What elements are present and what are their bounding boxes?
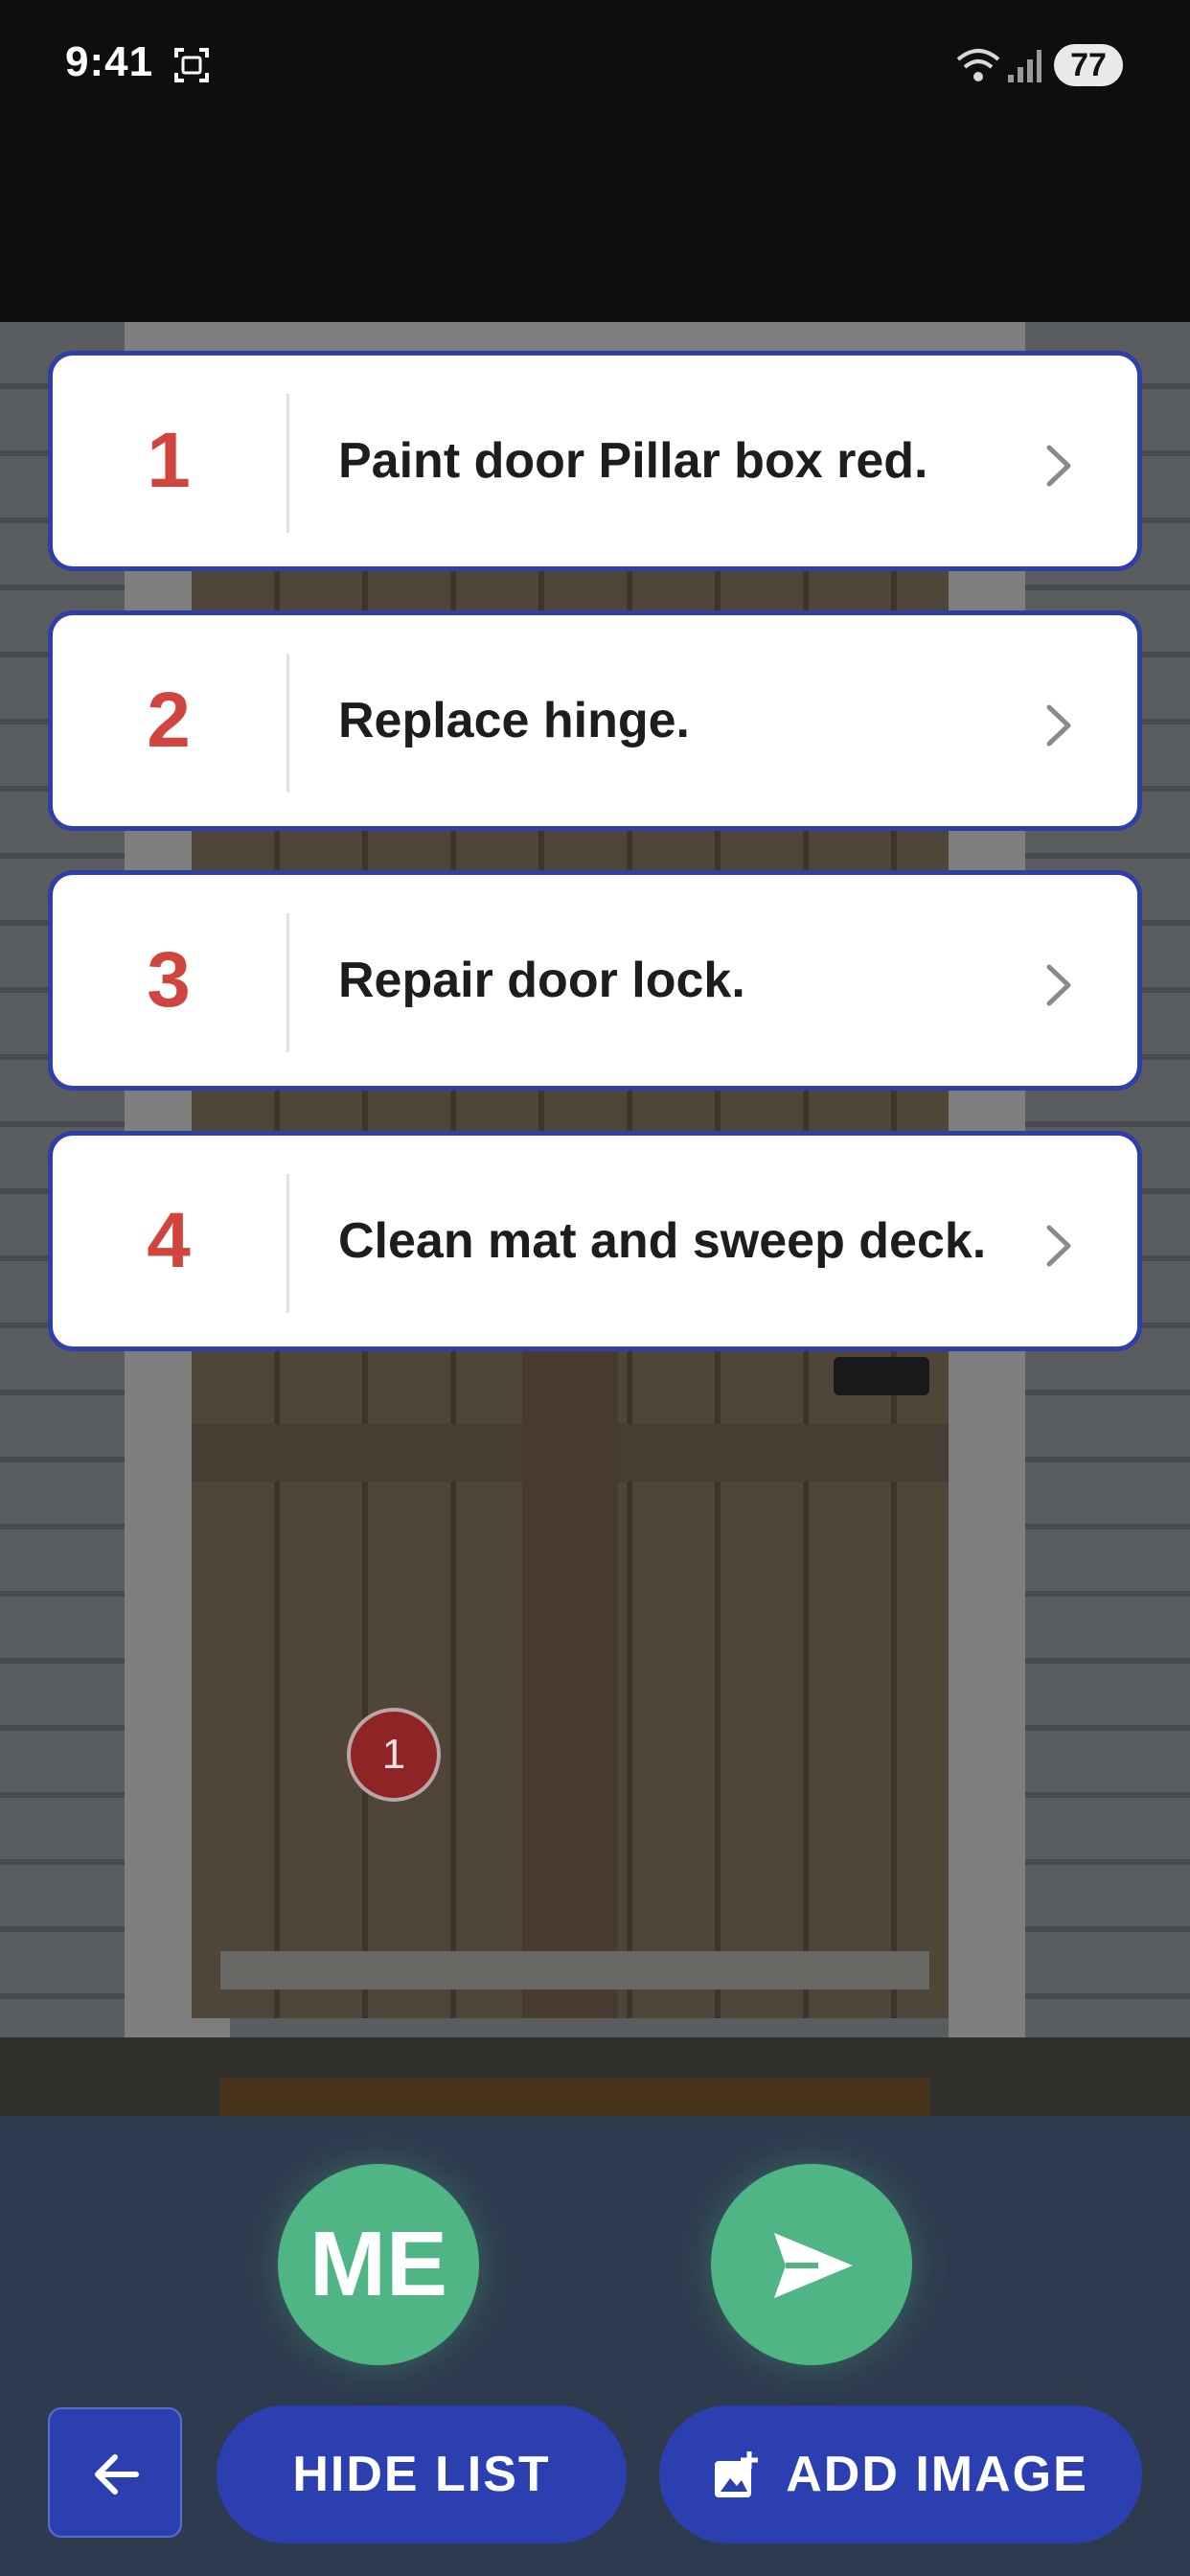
task-label: Repair door lock. [338,953,745,1008]
chevron-right-icon [1046,964,1071,1006]
task-number: 1 [147,417,191,504]
send-button[interactable] [711,2164,912,2365]
hide-list-button[interactable]: HIDE LIST [217,2405,627,2543]
divider [286,654,289,793]
photo-marker-pin[interactable]: 1 [347,1708,441,1802]
task-number: 4 [147,1197,191,1284]
wifi-icon [956,49,1000,81]
chevron-right-icon [1046,445,1071,487]
divider [286,394,289,533]
status-time: 9:41 [65,38,154,85]
status-bar: 9:41 77 [0,0,1190,322]
divider [286,1174,289,1313]
divider [286,913,289,1052]
task-card-3[interactable]: 3 Repair door lock. [48,870,1142,1091]
add-image-label: ADD IMAGE [786,2447,1088,2502]
task-number: 2 [147,677,191,764]
battery-icon: 77 [1054,44,1123,86]
me-button[interactable]: ME [278,2164,479,2365]
screenshot-icon [174,48,209,82]
task-label: Paint door Pillar box red. [338,433,928,489]
arrow-left-icon [95,2454,139,2495]
task-card-1[interactable]: 1 Paint door Pillar box red. [48,351,1142,571]
task-label: Replace hinge. [338,693,690,748]
send-icon [774,2233,853,2298]
bottom-action-panel: ME HIDE LIST ADD IMAGE [0,2116,1190,2576]
task-number: 3 [147,936,191,1024]
add-image-button[interactable]: ADD IMAGE [659,2405,1142,2543]
chevron-right-icon [1046,1225,1071,1267]
task-label: Clean mat and sweep deck. [338,1213,987,1269]
task-card-4[interactable]: 4 Clean mat and sweep deck. [48,1131,1142,1351]
chevron-right-icon [1046,704,1071,747]
hide-list-label: HIDE LIST [292,2447,551,2502]
add-image-icon [715,2451,759,2497]
task-card-2[interactable]: 2 Replace hinge. [48,610,1142,831]
signal-icon [1008,50,1041,82]
back-button[interactable] [48,2407,182,2538]
